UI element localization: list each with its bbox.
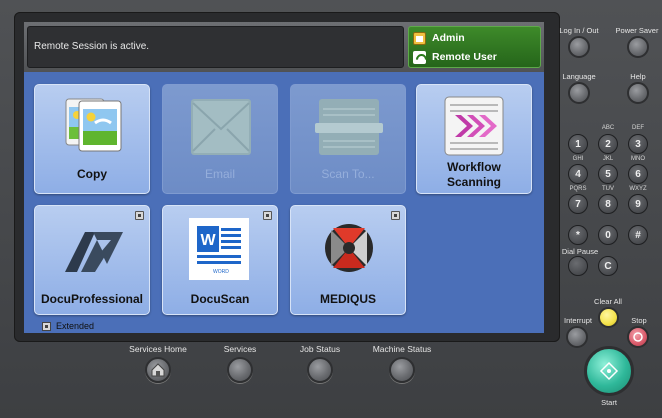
- app-label-line2: Scanning: [446, 175, 501, 189]
- home-icon: [151, 363, 165, 377]
- start-label: Start: [601, 398, 617, 407]
- extended-label: Extended: [56, 321, 95, 331]
- keypad-sub-7: PQRS: [569, 186, 587, 192]
- app-label: MEDIQUS: [319, 292, 376, 306]
- power-saver-label: Power Saver: [615, 26, 659, 35]
- keypad-key-5[interactable]: 5: [598, 164, 618, 184]
- app-tile-docuprofessional[interactable]: DocuProfessional: [34, 205, 150, 315]
- app-label-line1: Workflow: [447, 160, 501, 174]
- app-label: Scan To...: [321, 167, 375, 181]
- keypad-key-7[interactable]: 7: [568, 194, 588, 214]
- clipboard-icon: [413, 31, 426, 45]
- job-status-round: [307, 357, 333, 383]
- keypad-key-8[interactable]: 8: [598, 194, 618, 214]
- login-label: Log In / Out: [559, 26, 599, 35]
- remote-icon: [413, 50, 426, 64]
- keypad-key-9[interactable]: 9: [628, 194, 648, 214]
- app-label: Email: [204, 167, 235, 181]
- keypad-key-clear[interactable]: C: [598, 256, 618, 276]
- keypad-sub-6: MNO: [631, 156, 645, 162]
- app-tile-docuscan[interactable]: W WORD DocuScan: [162, 205, 278, 315]
- user-role: Admin: [432, 32, 465, 44]
- keypad-key-3[interactable]: 3: [628, 134, 648, 154]
- session-message: Remote Session is active.: [27, 26, 404, 68]
- user-role-row: Admin: [413, 30, 465, 46]
- services-home-label: Services Home: [129, 344, 187, 354]
- stop-button[interactable]: [627, 326, 649, 348]
- start-icon: [599, 361, 619, 381]
- power-saver-button[interactable]: [627, 36, 649, 58]
- keypad-key-star[interactable]: *: [568, 225, 588, 245]
- app-label: DocuProfessional: [40, 292, 144, 306]
- interrupt-label: Interrupt: [564, 316, 592, 325]
- keypad-key-hash[interactable]: #: [628, 225, 648, 245]
- job-status-label: Job Status: [299, 344, 341, 354]
- device-panel: Remote Session is active. Admin Remote U…: [0, 0, 662, 418]
- machine-status-round: [389, 357, 415, 383]
- dial-pause-label: Dial Pause: [561, 247, 599, 256]
- dial-pause-button[interactable]: [568, 256, 588, 276]
- keypad-sub-3: DEF: [632, 125, 644, 131]
- app-label: DocuScan: [190, 292, 250, 306]
- stop-icon: [633, 332, 643, 342]
- user-panel[interactable]: Admin Remote User: [408, 26, 541, 68]
- app-tile-mediqus[interactable]: MEDIQUS: [290, 205, 406, 315]
- status-bar: Remote Session is active. Admin Remote U…: [24, 22, 544, 72]
- app-tile-copy[interactable]: Copy: [34, 84, 150, 194]
- services-home-button[interactable]: Services Home: [122, 344, 194, 383]
- user-name: Remote User: [432, 51, 497, 63]
- app-tile-workflow-scanning[interactable]: Workflow Scanning: [416, 84, 532, 194]
- app-tile-email[interactable]: Email: [162, 84, 278, 194]
- extended-toggle[interactable]: Extended: [42, 320, 94, 332]
- interrupt-button[interactable]: [566, 326, 588, 348]
- services-button[interactable]: Services: [205, 344, 275, 383]
- start-button[interactable]: [584, 346, 634, 396]
- keypad-sub-2: ABC: [601, 125, 615, 131]
- machine-status-label: Machine Status: [372, 344, 432, 354]
- login-button[interactable]: [568, 36, 590, 58]
- keypad-sub-9: WXYZ: [629, 186, 647, 192]
- keypad-key-4[interactable]: 4: [568, 164, 588, 184]
- extended-icon: [42, 321, 51, 331]
- keypad-key-1[interactable]: 1: [568, 134, 588, 154]
- keypad-sub-4: GHI: [572, 156, 584, 162]
- stop-label: Stop: [631, 316, 647, 325]
- machine-status-button[interactable]: Machine Status: [364, 344, 440, 383]
- keypad-key-2[interactable]: 2: [598, 134, 618, 154]
- app-tile-scan-to[interactable]: Scan To...: [290, 84, 406, 194]
- language-label: Language: [562, 72, 596, 81]
- help-label: Help: [630, 72, 646, 81]
- user-name-row: Remote User: [413, 49, 497, 65]
- keypad-sub-5: JKL: [602, 156, 614, 162]
- touch-screen: Remote Session is active. Admin Remote U…: [24, 22, 544, 333]
- app-label: Copy: [77, 167, 107, 181]
- keypad-sub-8: TUV: [602, 186, 614, 192]
- help-button[interactable]: [627, 82, 649, 104]
- svg-text:W: W: [200, 232, 216, 249]
- keypad-key-6[interactable]: 6: [628, 164, 648, 184]
- keypad-key-0[interactable]: 0: [598, 225, 618, 245]
- services-label: Services: [223, 344, 257, 354]
- language-button[interactable]: [568, 82, 590, 104]
- clear-all-button[interactable]: [598, 307, 619, 328]
- job-status-button[interactable]: Job Status: [285, 344, 355, 383]
- clear-all-label: Clear All: [594, 297, 622, 306]
- services-round: [227, 357, 253, 383]
- services-home-round: [145, 357, 171, 383]
- docuscan-icon-text: WORD: [213, 269, 229, 275]
